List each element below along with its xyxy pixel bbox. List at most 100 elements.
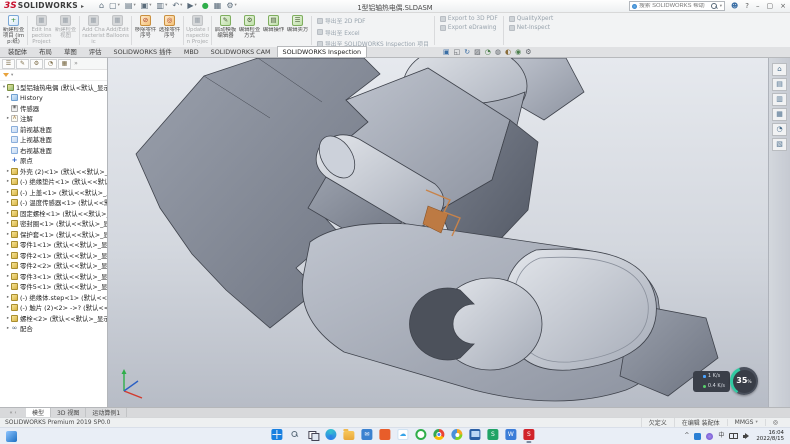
cast-icon[interactable]	[729, 433, 738, 439]
tab-solidworks-cam[interactable]: SOLIDWORKS CAM	[205, 46, 277, 57]
ime-indicator[interactable]: 中	[718, 433, 724, 439]
file-properties-icon[interactable]: ▦	[214, 2, 222, 10]
dimxpertmanager-tab[interactable]: ◔	[44, 59, 57, 69]
tab-assembly[interactable]: 装配体	[2, 45, 33, 57]
display-style-icon[interactable]: ◍	[495, 49, 501, 56]
select-cursor-icon[interactable]: ▶▾	[187, 2, 196, 10]
tree-item-component[interactable]: ▸(-) 上盖<1> (默认<<默认>_显示状	[0, 187, 107, 198]
cloud-app-icon[interactable]: ☁	[397, 429, 408, 443]
tree-item-component[interactable]: ▸零件2<2> (默认<<默认>_显示状态	[0, 261, 107, 272]
net-inspect-button[interactable]: Net-Inspect	[509, 25, 554, 31]
tree-item-component[interactable]: ▸零件5<1> (默认<<默认>_显示状态	[0, 282, 107, 293]
task-view-button[interactable]	[307, 429, 318, 443]
tree-item-component[interactable]: ▸固定螺栓<1> (默认<<默认>_显示	[0, 208, 107, 219]
tray-overflow-icon[interactable]: ^	[684, 433, 689, 439]
edit-vendors-button[interactable]: ☰ 编辑卖方	[286, 14, 309, 47]
add-edit-balloons-button[interactable]: ▦ Add/Edit Balloons	[106, 14, 129, 47]
view-palette-icon[interactable]: ▦	[772, 108, 787, 121]
options-gear-icon[interactable]: ⚙▾	[226, 2, 236, 10]
tree-item-sensors[interactable]: ◉传感器	[0, 103, 107, 114]
export-3d-pdf-button[interactable]: Export to 3D PDF	[440, 16, 498, 22]
browser2-icon[interactable]	[451, 429, 462, 443]
export-excel-button[interactable]: 导出至 Excel	[317, 28, 429, 37]
save-icon[interactable]: ▣▾	[141, 2, 152, 10]
tab-3d-views[interactable]: 3D 视图	[51, 408, 86, 417]
new-inspection-view-button[interactable]: ▦ 新建检查视图	[54, 14, 77, 47]
tree-item-component[interactable]: ▸零件3<1> (默认<<默认>_显示状态	[0, 271, 107, 282]
search-icon[interactable]	[711, 3, 718, 10]
notes-app-icon[interactable]: S	[487, 429, 498, 443]
tab-nav-prev-icon[interactable]: ‹	[15, 410, 17, 416]
tree-item-component[interactable]: ▸密封圈<1> (默认<<默认>_显示状	[0, 219, 107, 230]
tab-motion-study[interactable]: 运动算例1	[86, 408, 127, 417]
edit-inspection-methods-button[interactable]: ⚙ 编辑检查方式	[238, 14, 261, 47]
store-app-icon[interactable]	[379, 429, 390, 443]
security-tray-icon[interactable]	[706, 433, 713, 440]
undo-icon[interactable]: ↶▾	[172, 2, 182, 10]
print-icon[interactable]: ▥▾	[157, 2, 168, 10]
tree-item-front-plane[interactable]: 前视基准面	[0, 124, 107, 135]
previous-view-icon[interactable]: ↻	[464, 49, 470, 56]
tab-model[interactable]: 模型	[26, 408, 51, 417]
launch-template-editor-button[interactable]: ✎ 启动模板编辑器	[214, 14, 237, 47]
featuremanager-tab[interactable]: ☰	[2, 59, 15, 69]
tab-mbd[interactable]: MBD	[178, 46, 205, 57]
mail-app-icon[interactable]: ✉	[361, 429, 372, 443]
export-edrawing-button[interactable]: Export eDrawing	[440, 25, 498, 31]
edge-browser-icon[interactable]	[325, 429, 336, 443]
restore-button[interactable]: ▢	[767, 3, 774, 10]
network-speed-widget[interactable]: 1 K/s 0.4 K/s 35%	[699, 367, 758, 395]
tree-item-component[interactable]: ▸零件1<1> (默认<<默认>_显示状态	[0, 240, 107, 251]
search-caret-icon[interactable]: ▾	[720, 4, 722, 9]
wps-app-icon[interactable]: W	[505, 429, 516, 443]
tab-layout[interactable]: 布局	[33, 45, 58, 57]
export-2d-pdf-button[interactable]: 导出至 2D PDF	[317, 16, 429, 25]
displaymanager-tab[interactable]: ▦	[58, 59, 71, 69]
section-view-icon[interactable]: ▨	[474, 49, 481, 56]
antivirus-app-icon[interactable]	[415, 429, 426, 443]
zoom-area-icon[interactable]: ◱	[454, 49, 461, 56]
widgets-icon[interactable]	[6, 431, 17, 442]
tree-item-component[interactable]: ▸(-) 温度传感器<1> (默认<<默认>_	[0, 198, 107, 209]
new-inspection-project-button[interactable]: + 新建检查项目 (imp:纸)	[2, 14, 25, 47]
units-selector[interactable]: MMGS▾	[727, 419, 765, 426]
tree-item-component[interactable]: ▸(-) 触片 (2)<2> ->? (默认<<默认>	[0, 303, 107, 314]
menu-flyout-icon[interactable]: ▸	[81, 3, 84, 10]
tree-root-assembly[interactable]: ▾1型铝轴热电偶 (默认<默认_显示状态-1>	[0, 82, 107, 93]
start-button[interactable]	[271, 429, 282, 443]
new-file-icon[interactable]: ▢▾	[109, 2, 120, 10]
tree-item-component[interactable]: ▸零件2<1> (默认<<默认>_显示状态	[0, 250, 107, 261]
tab-solidworks-inspection[interactable]: SOLIDWORKS Inspection	[277, 46, 368, 57]
tree-item-annotations[interactable]: ▸A注解	[0, 114, 107, 125]
model-geometry[interactable]	[136, 58, 718, 401]
tree-item-right-plane[interactable]: 右视基准面	[0, 145, 107, 156]
open-file-icon[interactable]: ▤▾	[125, 2, 136, 10]
tree-item-mates[interactable]: ▸∞配合	[0, 324, 107, 335]
tree-item-component[interactable]: ▸螺栓<2> (默认<<默认>_显示状态	[0, 313, 107, 324]
edit-inspection-project-button[interactable]: ▦ Edit Inspection Project	[30, 14, 53, 47]
hide-show-items-icon[interactable]: ◐	[505, 49, 511, 56]
tree-filter-row[interactable]: ▾	[0, 70, 107, 81]
home-icon[interactable]: ⌂	[99, 2, 104, 10]
edit-operations-button[interactable]: ▤ 编辑操作	[262, 14, 285, 47]
update-inspection-project-button[interactable]: ▦ Update Inspection Project	[186, 14, 209, 47]
tree-item-component[interactable]: ▸(-) 绝缘垫片<1> (默认<<默认>_显	[0, 177, 107, 188]
search-input[interactable]	[639, 3, 709, 9]
design-library-icon[interactable]: ▤	[772, 78, 787, 91]
edit-appearance-icon[interactable]: ◉	[515, 49, 521, 56]
close-button[interactable]: ×	[780, 3, 786, 10]
filter-caret-icon[interactable]: ▾	[11, 73, 13, 78]
usage-ring[interactable]: 35%	[730, 367, 758, 395]
propertymanager-tab[interactable]: ✎	[16, 59, 29, 69]
volume-icon[interactable]	[743, 432, 751, 440]
rebuild-icon[interactable]: ●	[202, 2, 209, 10]
tab-scroll-controls[interactable]: « ‹	[0, 408, 26, 417]
remote-app-icon[interactable]	[469, 429, 480, 443]
view-orientation-icon[interactable]: ◔	[485, 49, 491, 56]
appearances-icon[interactable]: ◔	[772, 123, 787, 136]
solidworks-app-icon[interactable]: S	[523, 429, 534, 443]
tree-item-top-plane[interactable]: 上视基准面	[0, 135, 107, 146]
help-icon[interactable]: ?	[745, 3, 749, 10]
login-user-icon[interactable]: ☻	[731, 3, 738, 10]
tree-item-history[interactable]: ▸History	[0, 93, 107, 104]
